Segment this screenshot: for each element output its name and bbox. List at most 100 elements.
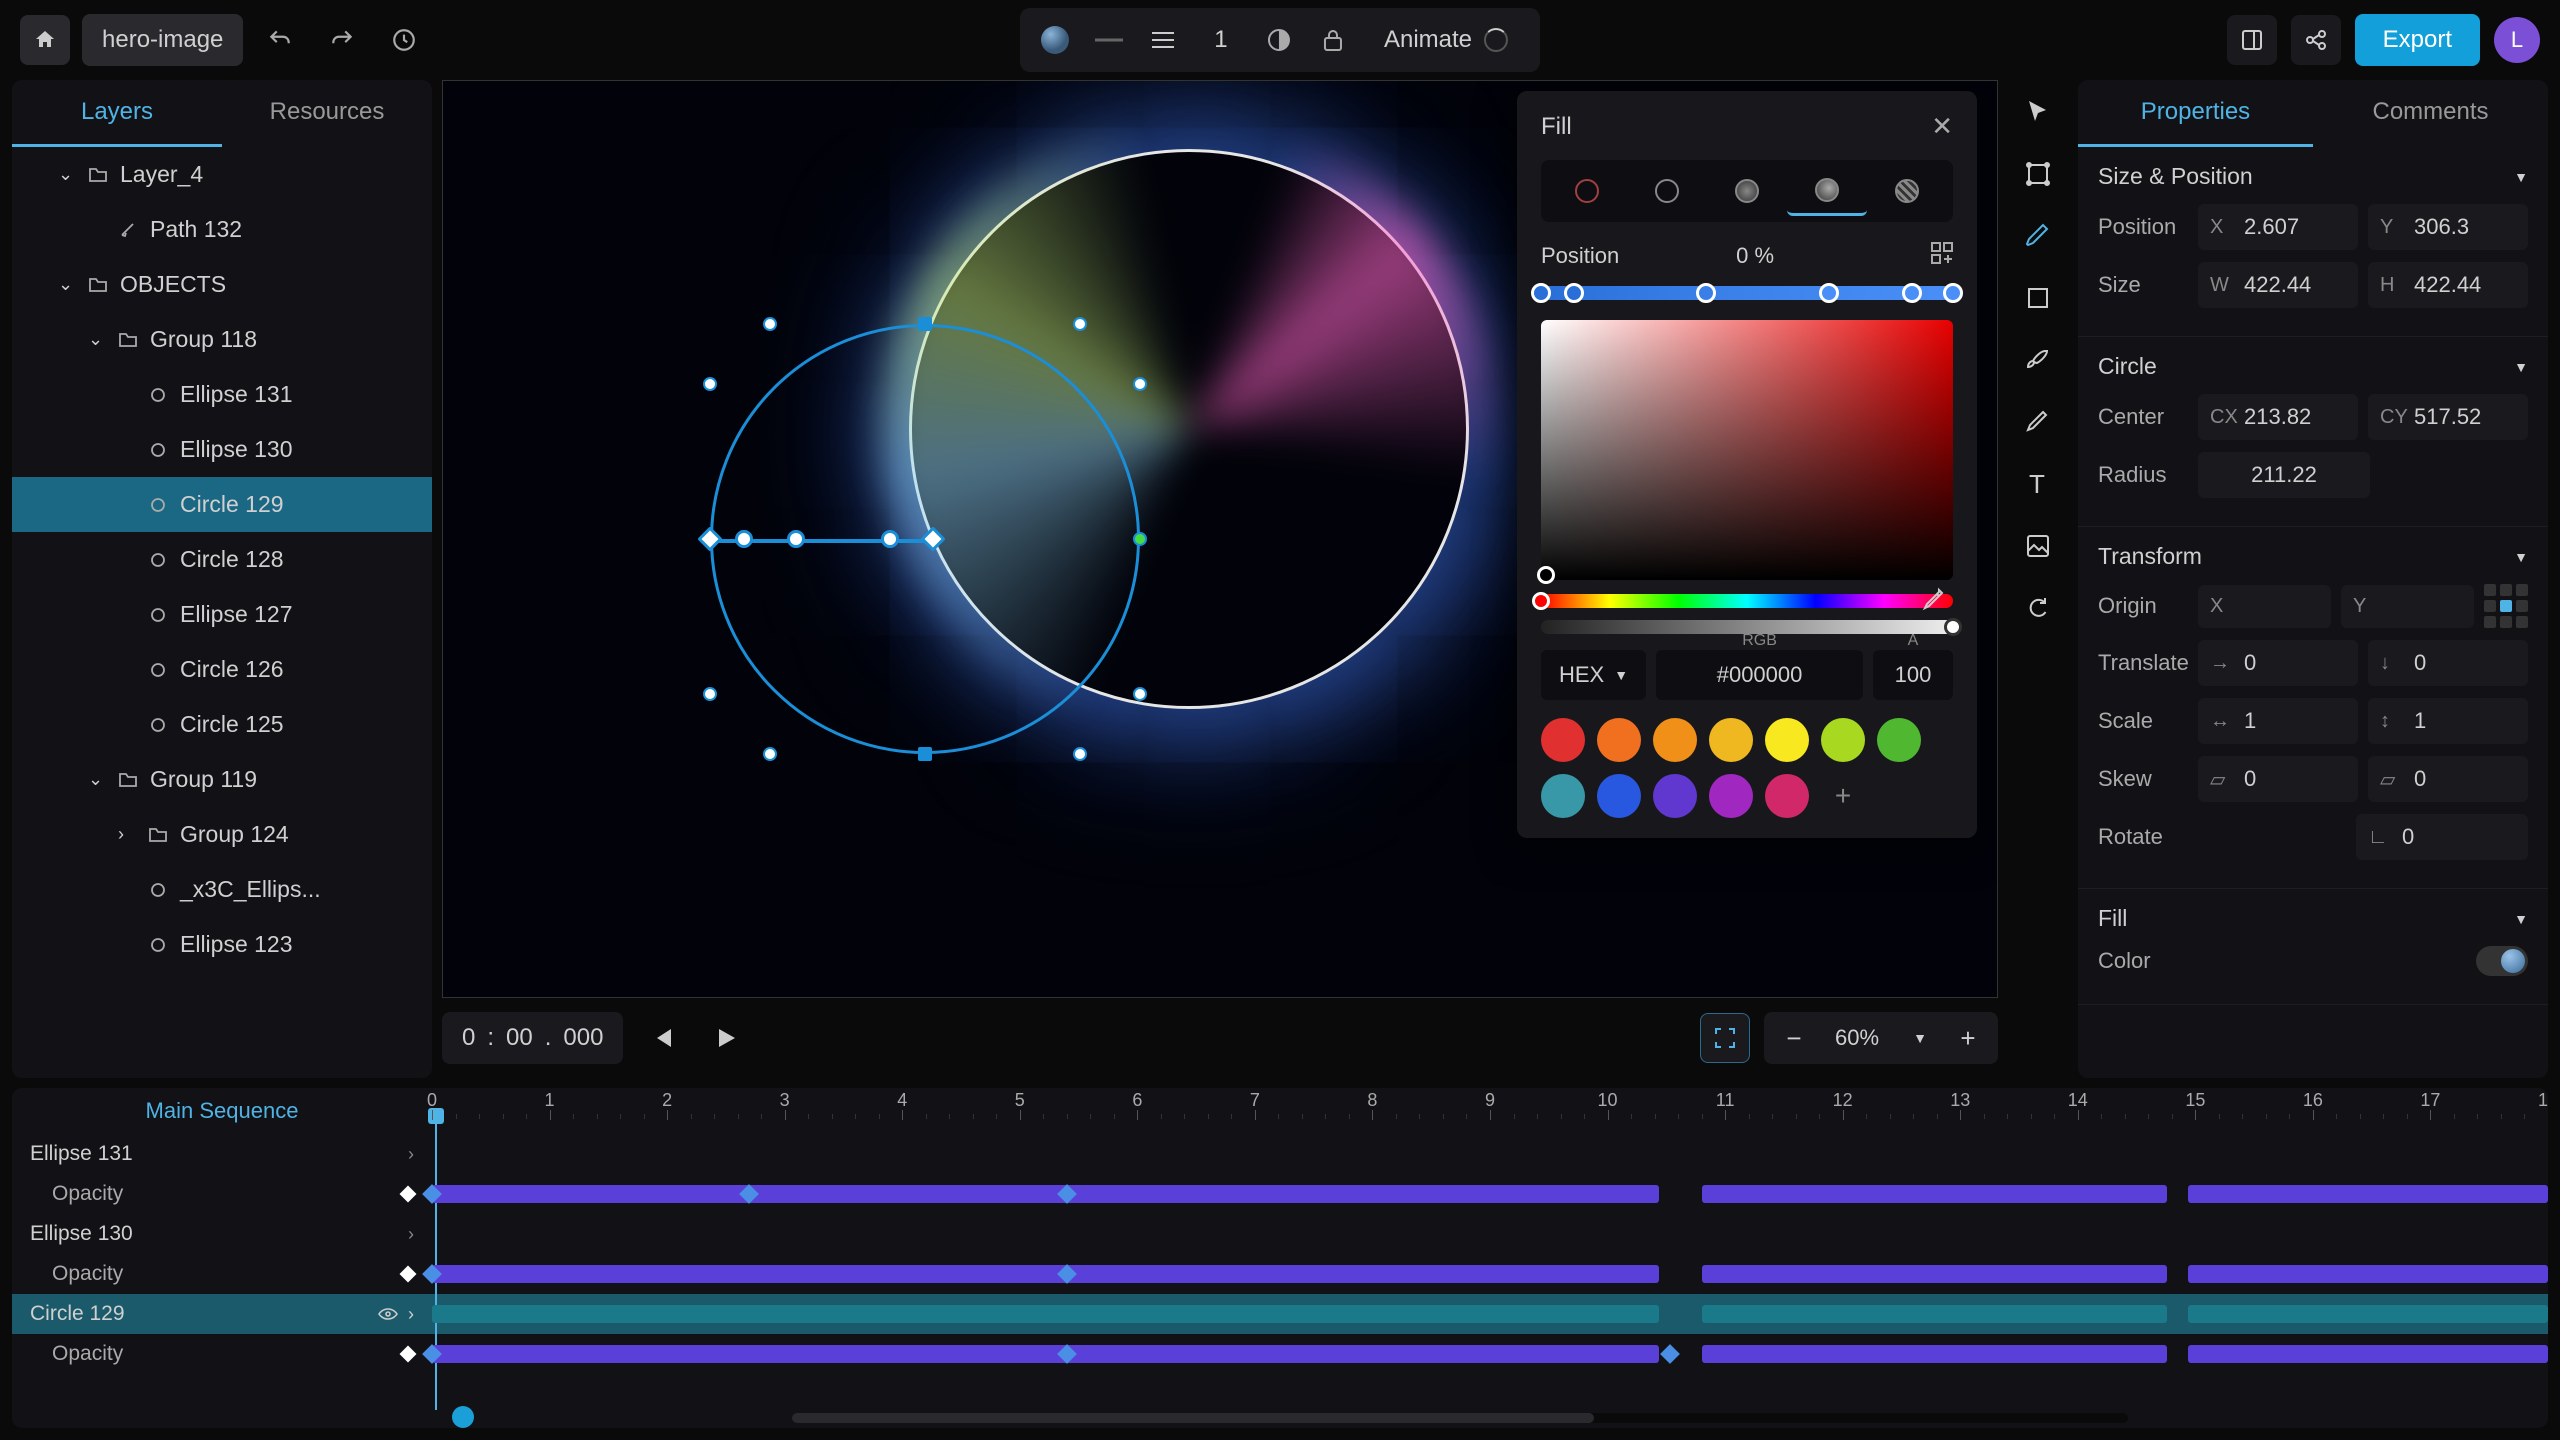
color-swatch[interactable] (1765, 718, 1809, 762)
sy-input[interactable]: ↕1 (2368, 698, 2528, 744)
color-swatch[interactable] (1597, 774, 1641, 818)
align-button[interactable] (1142, 19, 1184, 61)
timeline-track[interactable]: Ellipse 130› (12, 1214, 2548, 1254)
stroke-width-input[interactable]: 1 (1196, 26, 1246, 54)
color-swatch[interactable] (1541, 718, 1585, 762)
layer-row[interactable]: ⌄OBJECTS (12, 257, 432, 312)
cx-input[interactable]: CX213.82 (2198, 394, 2358, 440)
w-input[interactable]: W422.44 (2198, 262, 2358, 308)
layer-row[interactable]: Ellipse 123 (12, 917, 432, 972)
rotate-input[interactable]: ∟0 (2356, 814, 2528, 860)
tx-input[interactable]: →0 (2198, 640, 2358, 686)
add-swatch-button[interactable]: + (1821, 774, 1865, 818)
fit-view-button[interactable] (1700, 1013, 1750, 1063)
layer-row[interactable]: ⌄Layer_4 (12, 147, 432, 202)
h-input[interactable]: H422.44 (2368, 262, 2528, 308)
timeline-track[interactable]: Opacity (12, 1254, 2548, 1294)
timeline-ruler[interactable]: 0123456789101112131415161718 (432, 1088, 2548, 1134)
rewind-button[interactable] (637, 1013, 687, 1063)
color-swatch[interactable] (1709, 718, 1753, 762)
image-tool[interactable] (2016, 524, 2060, 568)
main-sequence-label[interactable]: Main Sequence (12, 1088, 432, 1134)
grid-icon[interactable] (1931, 242, 1953, 270)
fill-type-pattern[interactable] (1867, 166, 1947, 216)
color-swatch[interactable] (1653, 774, 1697, 818)
layer-row[interactable]: Circle 125 (12, 697, 432, 752)
zoom-out-button[interactable]: − (1774, 1018, 1814, 1058)
lock-button[interactable] (1312, 19, 1354, 61)
fill-preview-button[interactable] (1034, 19, 1076, 61)
avatar[interactable]: L (2494, 17, 2540, 63)
chevron-down-icon[interactable]: ▼ (2514, 549, 2528, 565)
tab-comments[interactable]: Comments (2313, 80, 2548, 147)
home-button[interactable] (20, 15, 70, 65)
stroke-style-button[interactable] (1088, 19, 1130, 61)
play-button[interactable] (701, 1013, 751, 1063)
undo-button[interactable] (255, 15, 305, 65)
redo-button[interactable] (317, 15, 367, 65)
fill-color-chip[interactable] (2476, 946, 2528, 976)
hue-slider[interactable] (1541, 594, 1953, 608)
color-swatch[interactable] (1597, 718, 1641, 762)
share-button[interactable] (2291, 15, 2341, 65)
pencil-tool[interactable] (2016, 400, 2060, 444)
repeat-tool[interactable] (2016, 586, 2060, 630)
color-swatch[interactable] (1821, 718, 1865, 762)
color-swatch[interactable] (1709, 774, 1753, 818)
timeline-track[interactable]: Opacity (12, 1174, 2548, 1214)
timeline-hscroll[interactable] (792, 1413, 2128, 1423)
fill-type-solid[interactable] (1547, 166, 1627, 216)
transform-tool[interactable] (2016, 152, 2060, 196)
color-swatch[interactable] (1653, 718, 1697, 762)
export-button[interactable]: Export (2355, 14, 2480, 66)
cy-input[interactable]: CY517.52 (2368, 394, 2528, 440)
y-input[interactable]: Y306.3 (2368, 204, 2528, 250)
timeline-track[interactable]: Opacity (12, 1334, 2548, 1374)
tab-resources[interactable]: Resources (222, 80, 432, 147)
timeline-track[interactable]: Circle 129› (12, 1294, 2548, 1334)
close-icon[interactable]: ✕ (1931, 111, 1953, 142)
origin-grid[interactable] (2484, 584, 2528, 628)
layer-row[interactable]: Ellipse 130 (12, 422, 432, 477)
animate-button[interactable]: Animate (1366, 16, 1526, 64)
rect-tool[interactable] (2016, 276, 2060, 320)
timeline-scrubber[interactable] (452, 1406, 474, 1428)
layer-row[interactable]: Path 132 (12, 202, 432, 257)
canvas[interactable]: Fill ✕ Position 0 % (442, 80, 1998, 998)
ky-input[interactable]: ▱0 (2368, 756, 2528, 802)
chevron-down-icon[interactable]: ▼ (2514, 169, 2528, 185)
hex-input[interactable]: RGB#000000 (1656, 650, 1863, 700)
layer-row[interactable]: Circle 129 (12, 477, 432, 532)
zoom-in-button[interactable]: + (1948, 1018, 1988, 1058)
project-name[interactable]: hero-image (82, 14, 243, 66)
alpha-input[interactable]: A100 (1873, 650, 1953, 700)
x-input[interactable]: X2.607 (2198, 204, 2358, 250)
selection-bbox[interactable] (710, 324, 1140, 754)
origin-y-input[interactable]: Y (2341, 585, 2474, 628)
layer-row[interactable]: _x3C_Ellips... (12, 862, 432, 917)
radius-input[interactable]: 211.22 (2198, 452, 2370, 498)
fill-type-radial[interactable] (1707, 166, 1787, 216)
chevron-down-icon[interactable]: ▼ (2514, 359, 2528, 375)
color-area[interactable] (1541, 320, 1953, 580)
text-tool[interactable]: T (2016, 462, 2060, 506)
brush-tool[interactable] (2016, 338, 2060, 382)
sx-input[interactable]: ↔1 (2198, 698, 2358, 744)
ty-input[interactable]: ↓0 (2368, 640, 2528, 686)
kx-input[interactable]: ▱0 (2198, 756, 2358, 802)
color-mode-select[interactable]: HEX ▼ (1541, 650, 1646, 700)
history-button[interactable] (379, 15, 429, 65)
layer-row[interactable]: Ellipse 131 (12, 367, 432, 422)
position-value[interactable]: 0 % (1736, 243, 1774, 269)
chevron-down-icon[interactable]: ▼ (2514, 911, 2528, 927)
layer-row[interactable]: Circle 126 (12, 642, 432, 697)
panel-toggle-button[interactable] (2227, 15, 2277, 65)
zoom-value[interactable]: 60% (1822, 1025, 1892, 1051)
opacity-button[interactable] (1258, 19, 1300, 61)
layer-row[interactable]: Circle 128 (12, 532, 432, 587)
layer-row[interactable]: ⌄Group 119 (12, 752, 432, 807)
color-swatch[interactable] (1765, 774, 1809, 818)
pen-tool[interactable] (2016, 214, 2060, 258)
color-swatch[interactable] (1877, 718, 1921, 762)
gradient-slider[interactable] (1541, 286, 1953, 300)
